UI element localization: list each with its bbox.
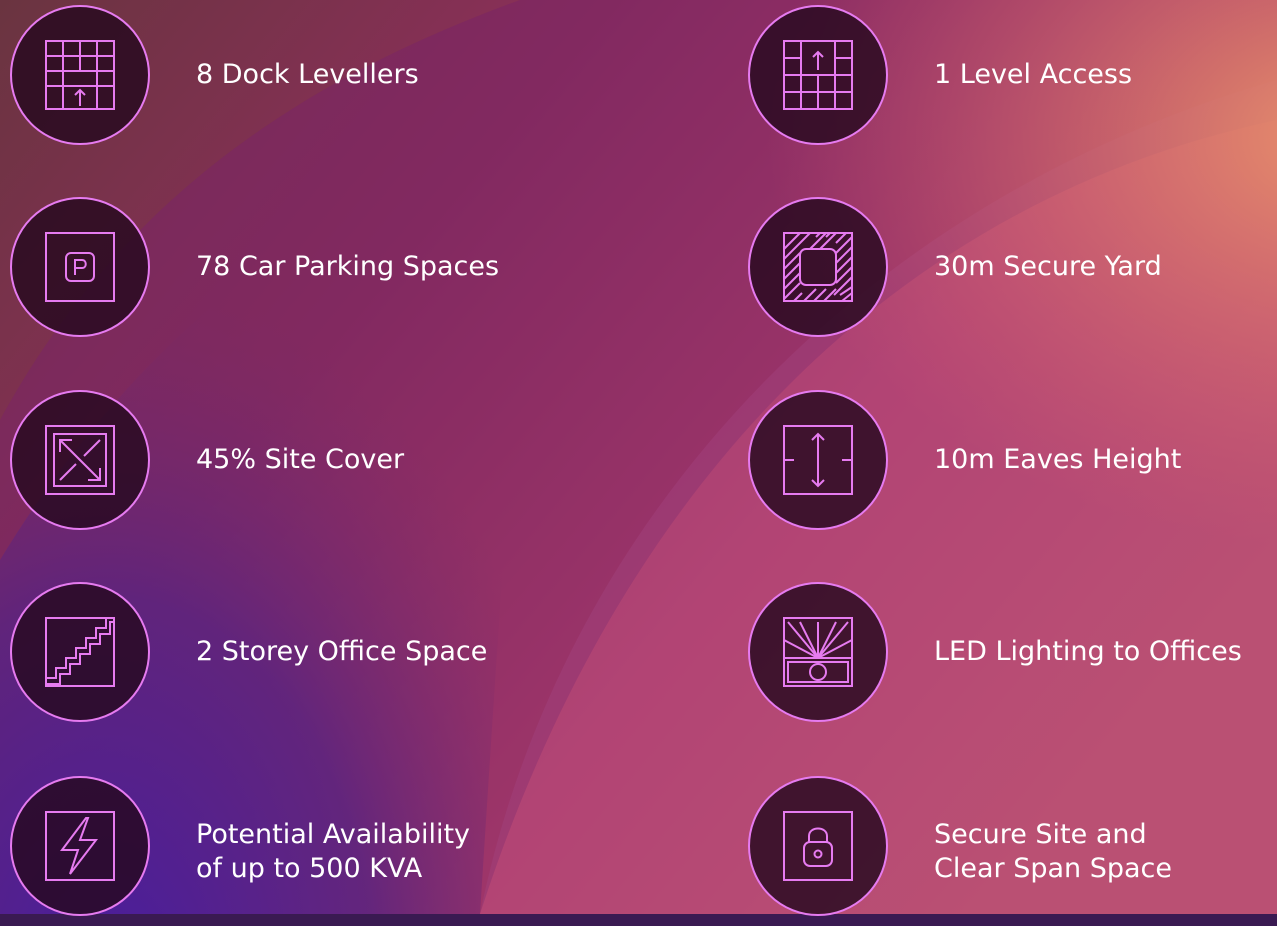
feature-label-line1: Secure Site and xyxy=(934,819,1147,850)
parking-badge xyxy=(10,197,150,337)
padlock-icon xyxy=(783,811,853,881)
feature-label: 30m Secure Yard xyxy=(934,251,1162,282)
feature-label: 8 Dock Levellers xyxy=(196,59,419,90)
level-access-badge xyxy=(748,5,888,145)
feature-label-line1: Potential Availability xyxy=(196,819,471,850)
lightning-icon xyxy=(45,811,115,881)
lighting-icon xyxy=(783,617,853,687)
feature-label-line2: Clear Span Space xyxy=(934,853,1172,884)
power-badge xyxy=(10,776,150,916)
feature-label: Secure Site and Clear Span Space xyxy=(934,818,1172,886)
stairs-icon xyxy=(45,617,115,687)
level-access-icon xyxy=(783,40,853,110)
parking-icon xyxy=(45,232,115,302)
site-cover-icon xyxy=(45,425,115,495)
feature-label: 45% Site Cover xyxy=(196,444,405,475)
secure-yard-icon xyxy=(783,232,853,302)
secure-site-badge xyxy=(748,776,888,916)
feature-label: 78 Car Parking Spaces xyxy=(196,251,500,282)
feature-label: Potential Availability of up to 500 KVA xyxy=(196,818,470,886)
office-space-badge xyxy=(10,582,150,722)
feature-label: 10m Eaves Height xyxy=(934,444,1182,475)
lighting-badge xyxy=(748,582,888,722)
eaves-height-icon xyxy=(783,425,853,495)
feature-label-line2: of up to 500 KVA xyxy=(196,853,423,884)
feature-label: 2 Storey Office Space xyxy=(196,636,488,667)
feature-label: 1 Level Access xyxy=(934,59,1133,90)
secure-yard-badge xyxy=(748,197,888,337)
site-cover-badge xyxy=(10,390,150,530)
feature-label: LED Lighting to Offices xyxy=(934,636,1242,667)
dock-leveller-badge xyxy=(10,5,150,145)
eaves-height-badge xyxy=(748,390,888,530)
dock-leveller-icon xyxy=(45,40,115,110)
